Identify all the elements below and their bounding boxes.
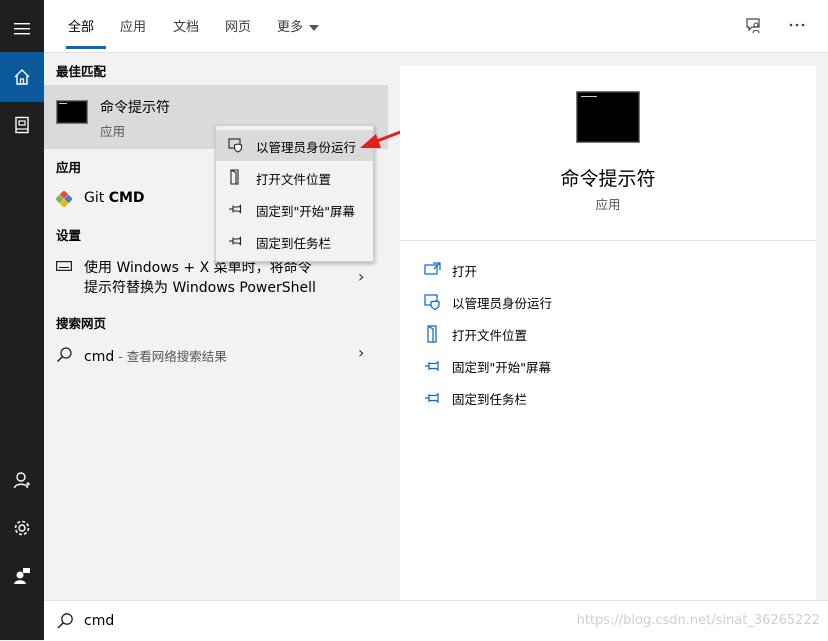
chevron-down-icon [309,24,320,31]
action-pin-to-start[interactable]: 固定到"开始"屏幕 [424,354,804,380]
settings-heading: 设置 [56,228,82,243]
best-match-heading: 最佳匹配 [56,64,107,79]
feedback-hub-button[interactable] [744,16,764,36]
notebook-button[interactable] [0,100,44,150]
home-button[interactable] [0,52,44,102]
ctx-run-as-admin-label: 以管理员身份运行 [256,140,357,155]
tab-more-label: 更多 [277,20,304,35]
command-prompt-icon [56,100,88,124]
app-result-git-cmd[interactable]: Git CMD [44,185,244,213]
ctx-open-file-location[interactable]: 打开文件位置 [216,162,373,193]
command-prompt-large-icon [576,91,640,143]
ctx-pin-to-start-label: 固定到"开始"屏幕 [256,204,355,219]
hamburger-menu-button[interactable] [0,4,44,54]
person-icon [13,472,30,489]
feedback-chat-icon [746,18,760,34]
web-result-label: cmd - 查看网络搜索结果 [84,346,227,365]
action-pin-to-taskbar-label: 固定到任务栏 [452,392,528,407]
notebook-icon [15,116,29,134]
hamburger-icon [14,23,30,35]
settings-button[interactable] [0,503,44,553]
web-search-result[interactable]: cmd - 查看网络搜索结果 › [44,341,388,369]
feedback-button[interactable] [0,551,44,601]
admin-shield-icon [424,294,440,311]
search-icon [57,613,73,629]
search-bar[interactable]: cmd https://blog.csdn.net/sinat_36265222 [44,600,828,641]
file-location-icon [230,169,239,185]
open-icon [424,262,441,275]
preview-app-type: 应用 [595,197,621,212]
top-tab-bar: 全部 应用 文档 网页 更多 [44,0,828,53]
ctx-pin-to-taskbar-label: 固定到任务栏 [256,236,332,251]
ctx-pin-to-taskbar[interactable]: 固定到任务栏 [216,226,373,257]
active-tab-indicator [66,46,106,49]
tab-more[interactable]: 更多 [277,16,320,35]
chevron-right-icon: › [358,343,365,362]
preview-panel: 命令提示符 应用 打开 以管理员身份运行 打开文件位置 固定到"开始"屏幕 固定… [400,66,816,600]
web-heading: 搜索网页 [56,316,107,331]
gear-icon [14,520,30,536]
tab-apps[interactable]: 应用 [120,16,146,35]
search-input[interactable]: cmd [84,613,114,629]
preview-app-name: 命令提示符 [560,168,656,190]
file-location-icon [427,325,437,343]
setting-result-line2: 提示符替换为 Windows PowerShell [84,280,316,296]
tab-documents[interactable]: 文档 [173,16,199,35]
action-pin-to-start-label: 固定到"开始"屏幕 [452,360,551,375]
home-icon [14,69,30,85]
search-icon [56,347,72,363]
pin-icon [425,392,439,404]
pin-icon [425,360,439,372]
tab-all[interactable]: 全部 [68,16,94,35]
app-result-match: CMD [108,190,145,206]
left-rail [0,0,44,640]
preview-divider [400,240,816,241]
tab-web[interactable]: 网页 [225,16,251,35]
best-match-type: 应用 [100,124,126,139]
app-result-prefix: Git [84,190,109,206]
action-run-as-admin-label: 以管理员身份运行 [452,296,553,311]
action-open-label: 打开 [452,264,478,279]
best-match-name: 命令提示符 [100,100,170,116]
web-result-query: cmd [84,349,115,365]
action-run-as-admin[interactable]: 以管理员身份运行 [424,290,804,316]
pin-icon [229,204,242,214]
more-options-button[interactable] [786,14,808,36]
action-open[interactable]: 打开 [424,258,804,284]
feedback-person-icon [14,568,30,584]
pin-icon [229,236,242,246]
account-button[interactable] [0,455,44,505]
git-icon [56,191,72,207]
chevron-right-icon: › [358,267,365,286]
action-open-file-location[interactable]: 打开文件位置 [424,322,804,348]
apps-heading: 应用 [56,160,82,175]
app-result-label: Git CMD [84,190,145,206]
web-result-hint: - 查看网络搜索结果 [114,349,227,364]
action-open-file-location-label: 打开文件位置 [452,328,528,343]
action-pin-to-taskbar[interactable]: 固定到任务栏 [424,386,804,412]
ctx-pin-to-start[interactable]: 固定到"开始"屏幕 [216,194,373,225]
ctx-open-file-location-label: 打开文件位置 [256,172,332,187]
ellipsis-icon [789,23,805,27]
watermark: https://blog.csdn.net/sinat_36265222 [576,613,820,628]
keyboard-icon [56,261,72,271]
admin-shield-icon [228,138,243,153]
